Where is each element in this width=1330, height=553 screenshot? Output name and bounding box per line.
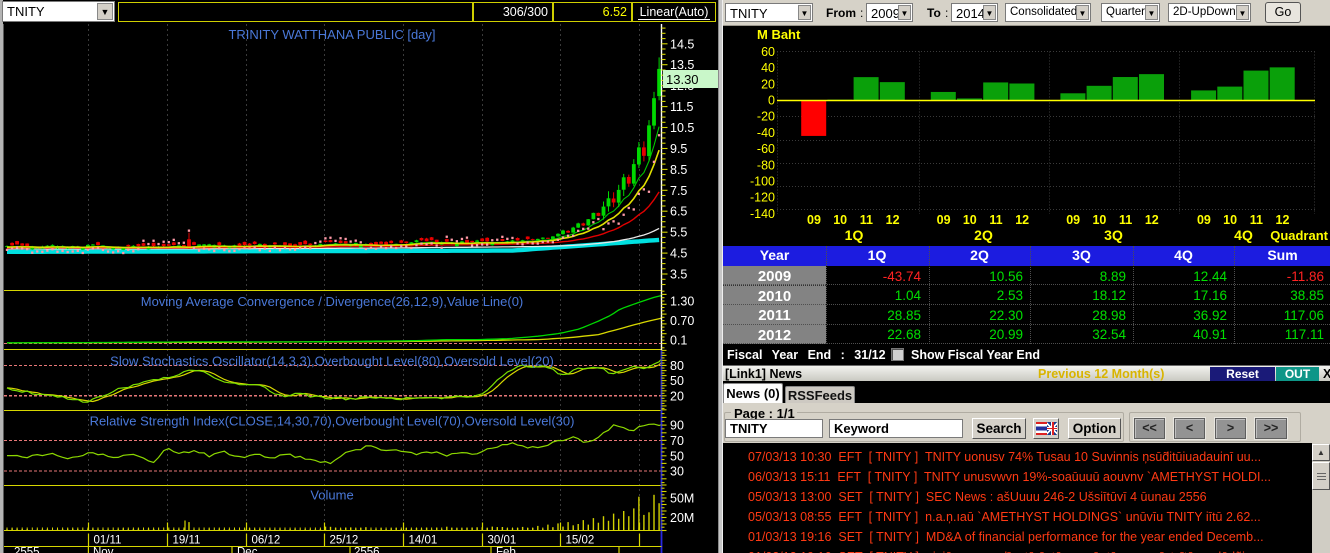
svg-text:14/01: 14/01 bbox=[409, 535, 438, 547]
svg-text:09: 09 bbox=[1066, 213, 1080, 227]
svg-text:11: 11 bbox=[1250, 213, 1263, 227]
svg-text:TRINITY WATTHANA PUBLIC [day]: TRINITY WATTHANA PUBLIC [day] bbox=[228, 27, 435, 42]
svg-text:1.30: 1.30 bbox=[670, 295, 694, 309]
svg-text:M Baht: M Baht bbox=[757, 27, 801, 42]
svg-text:80: 80 bbox=[670, 359, 684, 373]
svg-text:11: 11 bbox=[1119, 213, 1132, 227]
svg-text:12: 12 bbox=[1015, 213, 1029, 227]
svg-text:20: 20 bbox=[670, 389, 684, 403]
svg-text:19/11: 19/11 bbox=[173, 535, 201, 547]
svg-text:4.5: 4.5 bbox=[670, 247, 687, 261]
svg-text:20: 20 bbox=[761, 77, 775, 91]
svg-text:50: 50 bbox=[670, 449, 684, 463]
svg-text:10: 10 bbox=[833, 213, 847, 227]
svg-text:25/12: 25/12 bbox=[330, 535, 359, 547]
svg-text:30: 30 bbox=[670, 465, 684, 479]
svg-text:12: 12 bbox=[1276, 213, 1290, 227]
svg-text:20M: 20M bbox=[670, 511, 694, 525]
svg-text:3Q: 3Q bbox=[1104, 227, 1123, 243]
svg-text:Slow Stochastics Oscillator(14: Slow Stochastics Oscillator(14,3,3),Over… bbox=[110, 354, 554, 369]
svg-text:09: 09 bbox=[807, 213, 821, 227]
svg-text:50: 50 bbox=[670, 374, 684, 388]
svg-text:40: 40 bbox=[761, 61, 775, 75]
svg-text:12: 12 bbox=[886, 213, 900, 227]
svg-text:4Q: 4Q bbox=[1234, 227, 1253, 243]
svg-text:09: 09 bbox=[1197, 213, 1211, 227]
svg-text:10.5: 10.5 bbox=[670, 121, 694, 135]
svg-text:12: 12 bbox=[1145, 213, 1159, 227]
svg-text:Relative Strength Index(CLOSE,: Relative Strength Index(CLOSE,14,30,70),… bbox=[90, 414, 575, 429]
svg-text:01/11: 01/11 bbox=[94, 535, 122, 547]
svg-text:3.5: 3.5 bbox=[670, 268, 687, 282]
svg-text:60: 60 bbox=[761, 45, 775, 59]
svg-text:2556: 2556 bbox=[354, 547, 380, 553]
svg-text:11: 11 bbox=[989, 213, 1002, 227]
svg-text:11: 11 bbox=[860, 213, 873, 227]
svg-text:Nov: Nov bbox=[93, 547, 114, 553]
svg-text:9.5: 9.5 bbox=[670, 142, 687, 156]
svg-text:Volume: Volume bbox=[310, 488, 353, 503]
svg-text:-60: -60 bbox=[757, 142, 775, 156]
svg-text:-120: -120 bbox=[750, 191, 775, 205]
svg-text:30/01: 30/01 bbox=[488, 535, 517, 547]
svg-text:70: 70 bbox=[670, 434, 684, 448]
svg-text:1Q: 1Q bbox=[845, 227, 864, 243]
svg-text:10: 10 bbox=[1223, 213, 1237, 227]
svg-text:0: 0 bbox=[768, 94, 775, 108]
svg-text:8.5: 8.5 bbox=[670, 163, 687, 177]
svg-text:2555: 2555 bbox=[14, 547, 40, 553]
svg-text:-80: -80 bbox=[757, 158, 775, 172]
svg-text:0.1: 0.1 bbox=[670, 334, 687, 348]
svg-text:5.5: 5.5 bbox=[670, 226, 687, 240]
svg-text:10: 10 bbox=[963, 213, 977, 227]
svg-text:11.5: 11.5 bbox=[670, 100, 693, 114]
svg-text:-20: -20 bbox=[757, 110, 775, 124]
svg-text:14.5: 14.5 bbox=[670, 37, 694, 51]
svg-text:Feb: Feb bbox=[496, 547, 516, 553]
svg-text:2Q: 2Q bbox=[974, 227, 993, 243]
svg-text:Dec: Dec bbox=[237, 547, 258, 553]
svg-text:7.5: 7.5 bbox=[670, 184, 687, 198]
svg-text:-40: -40 bbox=[757, 126, 775, 140]
svg-text:50M: 50M bbox=[670, 492, 694, 506]
svg-text:13.30: 13.30 bbox=[666, 72, 699, 87]
svg-text:90: 90 bbox=[670, 419, 684, 433]
svg-text:Quadrant: Quadrant bbox=[1270, 228, 1328, 243]
svg-text:15/02: 15/02 bbox=[566, 535, 595, 547]
svg-text:0.70: 0.70 bbox=[670, 314, 694, 328]
svg-text:-100: -100 bbox=[750, 175, 775, 189]
svg-text:06/12: 06/12 bbox=[252, 535, 281, 547]
svg-text:6.5: 6.5 bbox=[670, 205, 687, 219]
svg-text:09: 09 bbox=[937, 213, 951, 227]
svg-text:10: 10 bbox=[1092, 213, 1106, 227]
svg-text:-140: -140 bbox=[750, 207, 775, 221]
svg-text:Moving Average Convergence / D: Moving Average Convergence / Divergence(… bbox=[141, 294, 524, 309]
